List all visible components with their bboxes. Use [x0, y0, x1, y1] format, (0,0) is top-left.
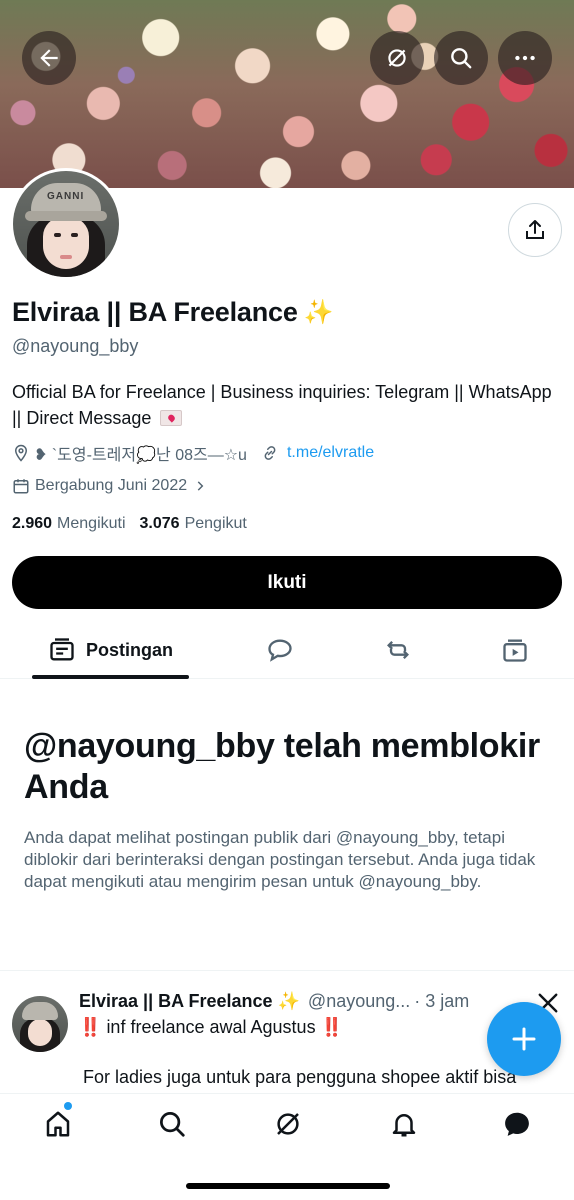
- profile-name-row: Elviraa || BA Freelance ✨: [12, 297, 334, 328]
- nav-grok[interactable]: [270, 1106, 306, 1142]
- nav-search[interactable]: [154, 1106, 190, 1142]
- search-icon: [451, 48, 472, 69]
- compose-button[interactable]: [487, 1002, 561, 1076]
- profile-meta: ❥ `도영-트레저💭난 08즈—☆u t.me/elvratle: [12, 441, 374, 465]
- posts-icon: [50, 638, 74, 661]
- profile-handle: @nayoung_bby: [12, 336, 139, 356]
- grok-icon: [277, 1113, 299, 1135]
- following-count: 2.960: [12, 515, 53, 532]
- follow-button[interactable]: Ikuti: [12, 556, 562, 609]
- link-icon: [264, 446, 276, 460]
- post-header: Elviraa || BA Freelance ✨ @nayoung... · …: [79, 991, 469, 1012]
- following-label: Mengikuti: [57, 515, 126, 532]
- search-button[interactable]: [434, 31, 488, 85]
- tab-posts[interactable]: Postingan: [32, 622, 189, 678]
- bio-text: Official BA for Freelance | Business inq…: [12, 382, 552, 428]
- profile-location: ❥ `도영-트레저💭난 08즈—☆u: [34, 447, 247, 464]
- nav-messages[interactable]: [499, 1106, 535, 1142]
- love-letter-icon: [160, 410, 183, 426]
- profile-stats: 2.960 Mengikuti 3.076 Pengikut: [12, 515, 247, 533]
- double-exclamation-icon: ‼️: [79, 1017, 102, 1037]
- profile-banner[interactable]: [0, 0, 574, 188]
- post-author-name[interactable]: Elviraa || BA Freelance: [79, 991, 273, 1012]
- post-avatar[interactable]: [12, 996, 68, 1052]
- post-author-handle: @nayoung...: [307, 991, 411, 1011]
- profile-name: Elviraa || BA Freelance: [12, 297, 298, 327]
- media-icon: [503, 639, 527, 662]
- tab-media[interactable]: [493, 622, 537, 678]
- grok-icon: [388, 49, 406, 67]
- more-button[interactable]: [498, 31, 552, 85]
- notifications-icon: [392, 1114, 416, 1137]
- back-button[interactable]: [22, 31, 76, 85]
- followers-stat[interactable]: 3.076 Pengikut: [140, 515, 247, 533]
- profile-bio: Official BA for Freelance | Business inq…: [12, 379, 552, 431]
- profile-avatar[interactable]: GANNI: [10, 168, 122, 280]
- avatar: GANNI: [13, 171, 119, 277]
- share-icon: [526, 220, 544, 239]
- tab-posts-label: Postingan: [85, 639, 173, 660]
- joined-text: Bergabung Juni 2022: [35, 477, 188, 494]
- avatar-hat-text: GANNI: [47, 191, 85, 202]
- double-exclamation-icon: ‼️: [320, 1017, 344, 1037]
- nav-home[interactable]: [40, 1106, 76, 1142]
- replies-icon: [268, 639, 292, 662]
- profile-tabs: Postingan: [0, 622, 574, 679]
- reposts-icon: [387, 641, 409, 659]
- following-stat[interactable]: 2.960 Mengikuti: [12, 515, 126, 533]
- chevron-right-icon: [197, 481, 204, 491]
- profile-link[interactable]: t.me/elvratle: [287, 444, 374, 462]
- tab-selected-indicator: [32, 675, 189, 679]
- tab-replies[interactable]: [258, 622, 302, 678]
- home-notification-dot: [64, 1102, 72, 1110]
- sparkle-icon: ✨: [277, 991, 300, 1011]
- more-icon: [515, 55, 535, 61]
- tab-reposts[interactable]: [376, 622, 420, 678]
- followers-count: 3.076: [139, 515, 180, 532]
- home-indicator: [186, 1183, 390, 1189]
- back-arrow-icon: [40, 49, 58, 67]
- messages-icon: [505, 1112, 529, 1136]
- followers-label: Pengikut: [184, 515, 247, 532]
- grok-button[interactable]: [370, 31, 424, 85]
- share-button[interactable]: [508, 203, 562, 257]
- post-text-line1: ‼️ inf freelance awal Agustus ‼️: [79, 1017, 343, 1038]
- blocked-description: Anda dapat melihat postingan publik dari…: [24, 828, 536, 891]
- post-text-main: inf freelance awal Agustus: [106, 1017, 316, 1037]
- sparkle-icon: ✨: [303, 299, 334, 326]
- nav-notifications[interactable]: [386, 1106, 422, 1142]
- post-text-line2: For ladies juga untuk para pengguna shop…: [83, 1067, 517, 1087]
- post-time: · 3 jam: [414, 991, 470, 1011]
- profile-joined[interactable]: Bergabung Juni 2022: [12, 477, 212, 495]
- calendar-icon: [13, 479, 29, 494]
- home-icon: [46, 1111, 70, 1137]
- location-icon: [14, 444, 28, 462]
- divider: [0, 970, 574, 971]
- plus-icon: [512, 1027, 536, 1051]
- search-icon: [160, 1112, 185, 1137]
- blocked-title: @nayoung_bby telah memblokir Anda: [24, 727, 540, 806]
